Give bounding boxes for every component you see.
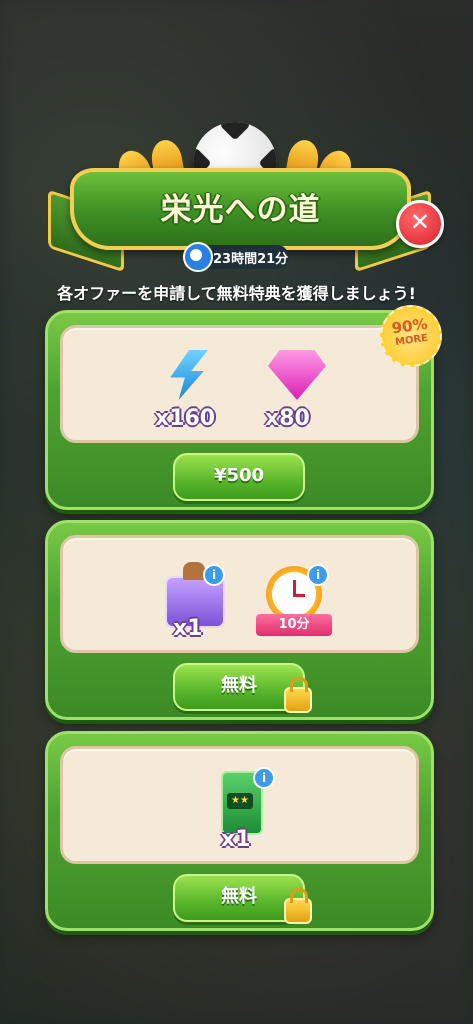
duration-ribbon: 10分	[256, 614, 332, 636]
info-icon[interactable]: i	[253, 767, 275, 789]
offer-items-panel: i x1 i 10分	[60, 535, 419, 653]
timer-text: 23時間21分	[213, 252, 289, 267]
lock-icon	[284, 677, 312, 713]
energy-bolt-icon	[170, 350, 208, 400]
info-icon[interactable]: i	[203, 564, 225, 586]
item-qty: x1	[221, 827, 251, 852]
page-title: 栄光への道	[160, 192, 321, 228]
subtitle-text: 各オファーを申請して無料特典を獲得しましょう!	[57, 284, 416, 303]
title-ribbon: 栄光への道	[70, 168, 411, 250]
offer-card-1: x160 x80 ¥500	[45, 310, 434, 510]
buy-button[interactable]: ¥500	[173, 453, 305, 501]
close-icon: ✕	[409, 208, 431, 236]
offer-items-panel: ★★ i x1	[60, 746, 419, 864]
item-qty: x1	[173, 616, 203, 641]
offer-card-2: i x1 i 10分 無料	[45, 520, 434, 720]
offer-card-3: ★★ i x1 無料	[45, 731, 434, 931]
close-button[interactable]: ✕	[396, 200, 444, 248]
offer-items-panel: x160 x80	[60, 325, 419, 443]
timer-badge: 23時間21分	[183, 242, 289, 272]
stopwatch-icon	[183, 242, 213, 272]
lock-icon	[284, 888, 312, 924]
pink-gem-icon	[268, 350, 326, 400]
info-icon[interactable]: i	[307, 564, 329, 586]
item-qty: x80	[265, 406, 310, 431]
item-qty: x160	[155, 406, 216, 431]
